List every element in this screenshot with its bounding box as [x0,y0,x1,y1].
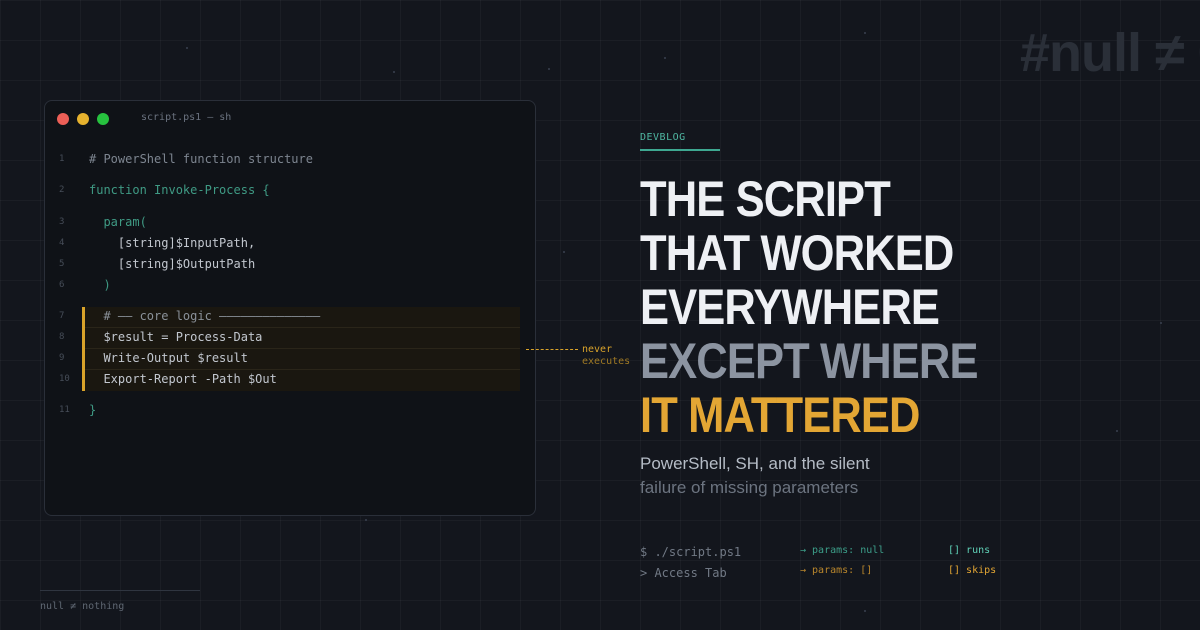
headline: THE SCRIPT THAT WORKED EVERYWHERE EXCEPT… [640,172,978,442]
background-dot [864,610,866,612]
code-text: [string]$InputPath, [89,236,256,250]
line-number: 5 [59,259,65,269]
headline-line-5: IT MATTERED [640,387,920,443]
headline-line-4: EXCEPT WHERE [640,333,978,389]
terminal-line: $ ./script.ps1 [640,545,742,559]
background-dot [1160,322,1162,324]
code-text: [string]$OutputPath [89,257,256,271]
code-line: 3 param( [45,212,520,233]
headline-line-2: THAT WORKED [640,225,954,281]
code-text: } [89,403,97,417]
subtitle-line-1: PowerShell, SH, and the silent [640,454,870,473]
close-window-button[interactable] [57,113,69,125]
line-number: 1 [59,154,65,164]
subtitle: PowerShell, SH, and the silent failure o… [640,452,870,500]
code-line: 5 [string]$OutputPath [45,254,520,275]
footer-text: null ≠ nothing [40,601,125,612]
subtitle-line-2: failure of missing parameters [640,478,859,497]
line-number: 3 [59,217,65,227]
terminal-line: > Access Tab [640,566,727,580]
code-line: 11 } [45,400,520,421]
background-dot [864,32,866,34]
minimize-window-button[interactable] [77,113,89,125]
background-dot [365,519,367,521]
maximize-window-button[interactable] [97,113,109,125]
code-text: # PowerShell function structure [89,152,313,166]
code-text: function Invoke-Process { [89,183,270,197]
footer-divider [40,590,200,591]
code-line: 7 # —— core logic —————————————— [45,306,520,327]
category-tag[interactable]: DEVBLOG [640,132,720,151]
code-text: Write-Output $result [89,351,248,365]
params-line: → params: [] [800,565,873,576]
background-dot [186,47,188,49]
code-line: 9 Write-Output $result [45,348,520,369]
code-line: 8 $result = Process-Data [45,327,520,348]
annotation-line-1: never [582,344,613,355]
line-number: 4 [59,238,65,248]
code-text: Export-Report -Path $Out [89,372,277,386]
code-line: 6 ) [45,275,520,296]
headline-line-3: EVERYWHERE [640,279,940,335]
line-number: 7 [59,311,65,321]
code-text: ) [89,278,111,292]
code-text: $result = Process-Data [89,330,263,344]
annotation-label: never executes [582,344,630,368]
line-number: 8 [59,332,65,342]
window-controls [57,113,109,125]
terminal-snippet: $ ./script.ps1 > Access Tab [640,542,741,584]
line-number: 2 [59,185,65,195]
annotation-connector [526,349,578,350]
code-text: param( [89,215,147,229]
background-dot [1116,430,1118,432]
headline-line-1: THE SCRIPT [640,171,891,227]
background-dot [563,251,565,253]
params-output: → params: null → params: [] [800,541,884,581]
code-text: # —— core logic —————————————— [89,309,321,323]
params-line: → params: null [800,545,885,556]
results-output: [] runs [] skips [948,541,996,581]
code-line: 2 function Invoke-Process { [45,180,520,201]
window-title: script.ps1 — sh [141,112,232,123]
code-window: script.ps1 — sh 1 # PowerShell function … [44,100,536,516]
watermark-text: #null ≠ 0 [1020,23,1200,83]
background-dot [548,68,550,70]
code-line: 1 # PowerShell function structure [45,149,520,170]
line-number: 9 [59,353,65,363]
code-line: 10 Export-Report -Path $Out [45,369,520,390]
line-number: 10 [59,374,70,384]
background-dot [393,71,395,73]
line-number: 6 [59,280,65,290]
background-dot [664,57,666,59]
line-number: 11 [59,405,70,415]
code-line: 4 [string]$InputPath, [45,233,520,254]
result-line: [] runs [948,545,991,556]
annotation-line-2: executes [582,356,631,367]
result-line: [] skips [948,565,997,576]
